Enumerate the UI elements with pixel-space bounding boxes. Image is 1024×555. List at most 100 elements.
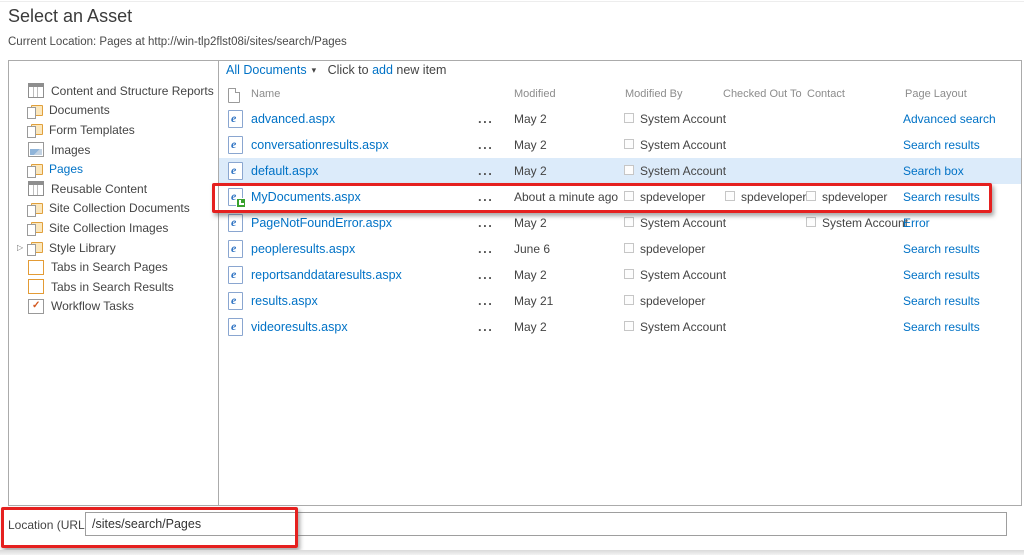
file-link[interactable]: videoresults.aspx (251, 314, 348, 340)
page-title: Select an Asset (8, 6, 133, 26)
table-row-mydocuments[interactable]: MyDocuments.aspx ... About a minute ago … (219, 184, 1021, 210)
checked-out-to-value: spdeveloper (725, 184, 806, 210)
modified-by-value: System Account (624, 262, 726, 288)
sidebar-item-images[interactable]: Images (9, 140, 214, 160)
aspx-page-icon (228, 188, 246, 208)
presence-icon (624, 113, 634, 123)
table-row[interactable]: results.aspx ... May 21 spdeveloper Sear… (219, 288, 1021, 314)
modified-value: May 2 (514, 320, 547, 334)
page-layout-link[interactable]: Search results (903, 262, 980, 288)
column-header-modified[interactable]: Modified (514, 88, 556, 100)
sidebar-item-site-collection-documents[interactable]: Site Collection Documents (9, 199, 214, 219)
table-row[interactable]: peopleresults.aspx ... June 6 spdevelope… (219, 236, 1021, 262)
page-layout-link[interactable]: Search results (903, 236, 980, 262)
table-row[interactable]: reportsanddataresults.aspx ... May 2 Sys… (219, 262, 1021, 288)
table-icon (28, 279, 44, 295)
folder-icon (27, 104, 43, 119)
aspx-page-icon (228, 110, 243, 128)
add-new-item-link[interactable]: add (372, 63, 393, 77)
sidebar-item-tabs-in-search-pages[interactable]: Tabs in Search Pages (9, 257, 214, 277)
modified-by-value: System Account (624, 106, 726, 132)
row-menu-ellipsis-icon[interactable]: ... (478, 132, 493, 158)
row-menu-ellipsis-icon[interactable]: ... (478, 106, 493, 132)
modified-value: About a minute ago (514, 190, 619, 204)
modified-by-value: spdeveloper (624, 184, 705, 210)
sidebar-item-form-templates[interactable]: Form Templates (9, 120, 214, 140)
top-divider (0, 1, 1024, 2)
list-icon (28, 181, 44, 197)
modified-value: May 2 (514, 112, 547, 126)
file-link[interactable]: default.aspx (251, 158, 318, 184)
row-menu-ellipsis-icon[interactable]: ... (478, 158, 493, 184)
page-layout-link[interactable]: Search box (903, 158, 964, 184)
row-menu-ellipsis-icon[interactable]: ... (478, 314, 493, 340)
modified-value: May 21 (514, 294, 554, 308)
file-link[interactable]: peopleresults.aspx (251, 236, 355, 262)
column-header-name[interactable]: Name (251, 88, 280, 100)
table-icon (28, 259, 44, 275)
select-asset-dialog: Select an Asset Current Location: Pages … (0, 0, 1024, 555)
presence-icon (624, 139, 634, 149)
column-header-checked-out-to[interactable]: Checked Out To (723, 88, 802, 100)
column-header-contact[interactable]: Contact (807, 88, 845, 100)
page-layout-link[interactable]: Error (903, 210, 930, 236)
file-link[interactable]: reportsanddataresults.aspx (251, 262, 402, 288)
file-link[interactable]: PageNotFoundError.aspx (251, 210, 392, 236)
sidebar-item-tabs-in-search-results[interactable]: Tabs in Search Results (9, 277, 214, 297)
presence-icon (624, 269, 634, 279)
table-row[interactable]: advanced.aspx ... May 2 System Account A… (219, 106, 1021, 132)
file-link[interactable]: conversationresults.aspx (251, 132, 389, 158)
file-link[interactable]: MyDocuments.aspx (251, 184, 361, 210)
presence-icon (624, 295, 634, 305)
aspx-page-icon (228, 292, 243, 310)
new-item-badge-icon (236, 198, 246, 208)
row-menu-ellipsis-icon[interactable]: ... (478, 262, 493, 288)
modified-by-value: System Account (624, 132, 726, 158)
file-link[interactable]: results.aspx (251, 288, 318, 314)
bottom-shadow (0, 550, 1024, 555)
sidebar-item-content-and-structure-reports[interactable]: Content and Structure Reports (9, 81, 214, 101)
sidebar-item-pages[interactable]: Pages (9, 159, 214, 179)
view-selector-dropdown[interactable]: All Documents ▾ (226, 63, 316, 77)
sidebar-item-workflow-tasks[interactable]: Workflow Tasks (9, 297, 214, 317)
aspx-page-icon (228, 214, 243, 232)
modified-value: May 2 (514, 268, 547, 282)
folder-icon (27, 241, 43, 257)
dropdown-caret-icon: ▾ (311, 65, 317, 75)
column-header-page-layout[interactable]: Page Layout (905, 88, 967, 100)
modified-value: May 2 (514, 164, 547, 178)
sidebar-item-site-collection-images[interactable]: Site Collection Images (9, 218, 214, 238)
page-layout-link[interactable]: Advanced search (903, 106, 996, 132)
row-menu-ellipsis-icon[interactable]: ... (478, 210, 493, 236)
page-layout-link[interactable]: Search results (903, 314, 980, 340)
add-new-item-text: Click to add new item (327, 63, 447, 77)
table-row[interactable]: PageNotFoundError.aspx ... May 2 System … (219, 210, 1021, 236)
page-layout-link[interactable]: Search results (903, 132, 980, 158)
sidebar-item-documents[interactable]: Documents (9, 101, 214, 121)
doc-type-column-icon[interactable] (228, 88, 240, 103)
table-row-highlighted[interactable]: default.aspx ... May 2 System Account Se… (219, 158, 1021, 184)
page-layout-link[interactable]: Search results (903, 184, 980, 210)
column-header-modified-by[interactable]: Modified By (625, 88, 682, 100)
presence-icon (725, 191, 735, 201)
table-row[interactable]: conversationresults.aspx ... May 2 Syste… (219, 132, 1021, 158)
page-layout-link[interactable]: Search results (903, 288, 980, 314)
row-menu-ellipsis-icon[interactable]: ... (478, 288, 493, 314)
presence-icon (624, 165, 634, 175)
location-url-input[interactable] (85, 512, 1007, 536)
presence-icon (624, 191, 634, 201)
presence-icon (624, 217, 634, 227)
modified-by-value: System Account (624, 210, 726, 236)
list-toolbar: All Documents ▾ Click to add new item (226, 63, 446, 81)
row-menu-ellipsis-icon[interactable]: ... (478, 184, 493, 210)
sidebar-item-style-library[interactable]: ▷ Style Library (9, 238, 214, 258)
file-link[interactable]: advanced.aspx (251, 106, 335, 132)
row-menu-ellipsis-icon[interactable]: ... (478, 236, 493, 262)
table-row[interactable]: videoresults.aspx ... May 2 System Accou… (219, 314, 1021, 340)
list-icon (28, 83, 44, 99)
modified-value: May 2 (514, 138, 547, 152)
location-url-label: Location (URL): (8, 518, 93, 532)
aspx-page-icon (228, 136, 243, 154)
image-library-icon (28, 142, 44, 158)
sidebar-item-reusable-content[interactable]: Reusable Content (9, 179, 214, 199)
